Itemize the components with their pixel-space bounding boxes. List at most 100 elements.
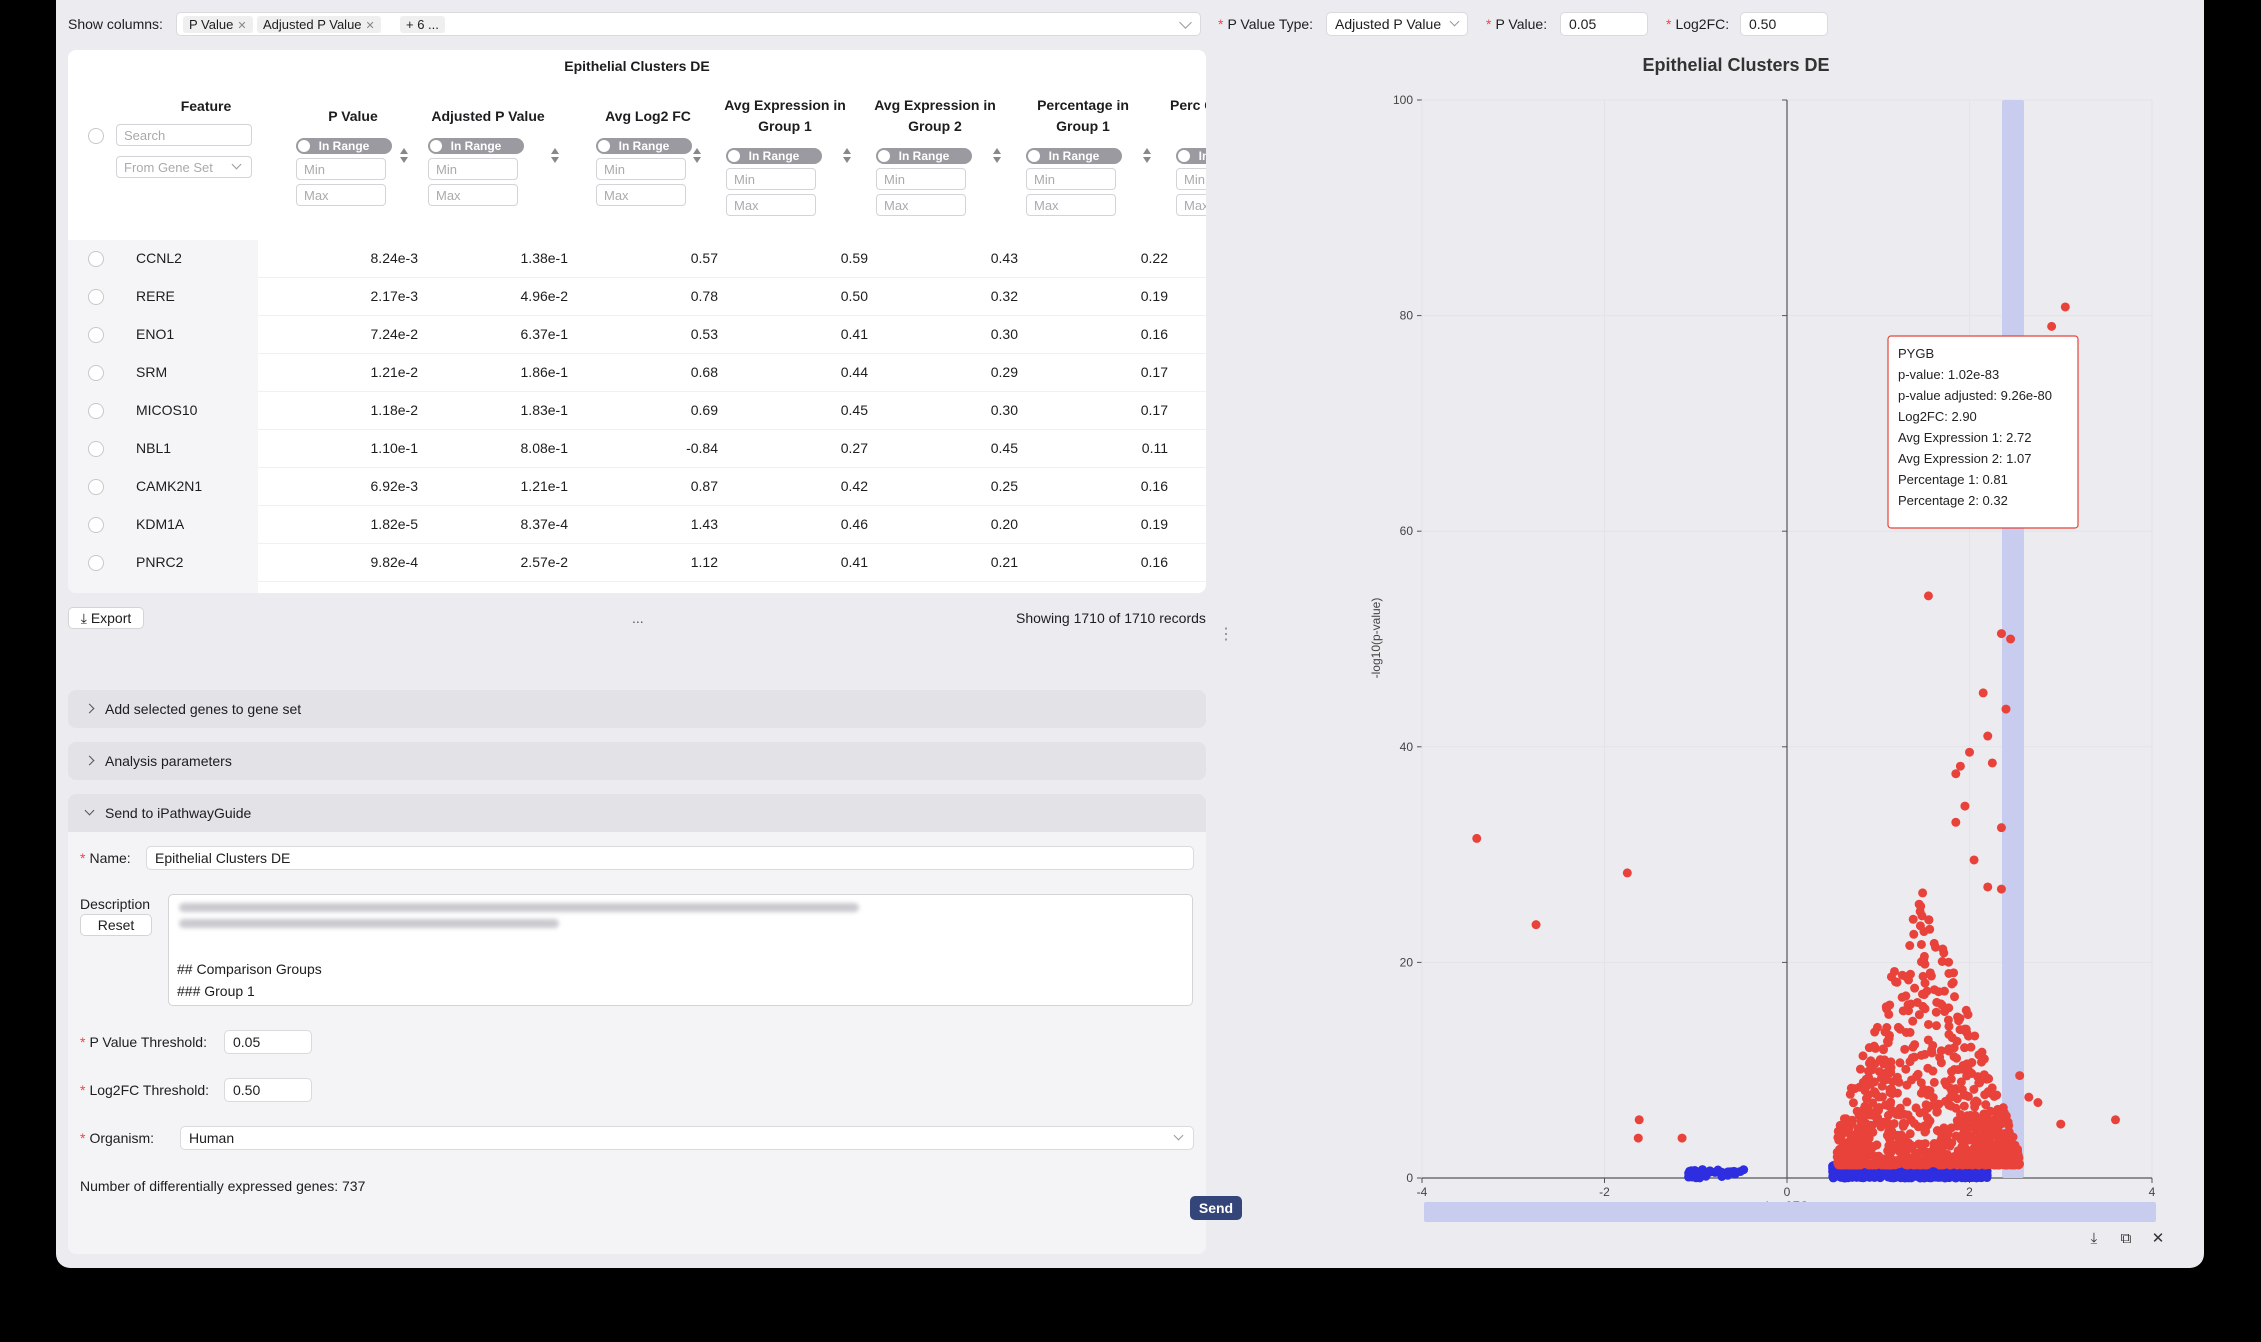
table-row[interactable]: ENO1 7.24e-2 6.37e-1 0.53 0.41 0.30 0.16 xyxy=(68,316,1206,354)
data-point xyxy=(1849,1159,1859,1169)
pvalue-threshold-input[interactable]: 0.05 xyxy=(224,1030,312,1054)
row-checkbox[interactable] xyxy=(88,251,104,267)
pct2-in-range-toggle[interactable]: In Range xyxy=(1176,148,1206,164)
export-button[interactable]: ⤓ Export xyxy=(68,607,144,629)
sort-icon[interactable] xyxy=(399,147,409,165)
row-checkbox[interactable] xyxy=(88,327,104,343)
data-point xyxy=(1928,1149,1938,1159)
show-columns-select[interactable]: P Value ✕ Adjusted P Value ✕ + 6 ... xyxy=(176,12,1201,36)
row-checkbox[interactable] xyxy=(88,289,104,305)
data-point xyxy=(1835,1147,1845,1157)
y-tick-label: 100 xyxy=(1393,93,1413,107)
column-header-avg-expr-2[interactable]: Avg Expression in Group 2 xyxy=(870,95,1000,137)
row-checkbox[interactable] xyxy=(88,479,104,495)
p-value-type-select[interactable]: Adjusted P Value xyxy=(1326,12,1468,36)
p-value-min-input[interactable]: Min xyxy=(296,158,386,180)
pct2-min-input[interactable]: Min xyxy=(1176,168,1206,190)
sort-icon[interactable] xyxy=(1142,147,1152,165)
row-checkbox[interactable] xyxy=(88,365,104,381)
expr2-max-input[interactable]: Max xyxy=(876,194,966,216)
data-point xyxy=(1909,929,1919,939)
log2fc-min-input[interactable]: Min xyxy=(596,158,686,180)
row-checkbox[interactable] xyxy=(88,555,104,571)
log2fc-input[interactable]: 0.50 xyxy=(1740,12,1828,36)
reset-button[interactable]: Reset xyxy=(80,914,152,936)
description-textarea[interactable]: ## Comparison Groups ### Group 1 xyxy=(168,894,1193,1006)
p-value-max-input[interactable]: Max xyxy=(296,184,386,206)
column-header-adjusted-p-value[interactable]: Adjusted P Value xyxy=(418,106,558,127)
value-cell-fc: 1.43 xyxy=(690,516,718,532)
column-header-avg-log2fc[interactable]: Avg Log2 FC xyxy=(588,106,708,127)
remove-tag-icon[interactable]: ✕ xyxy=(237,20,246,32)
expr1-min-input[interactable]: Min xyxy=(726,168,816,190)
close-icon[interactable]: ✕ xyxy=(2147,1228,2169,1250)
organism-select[interactable]: Human xyxy=(180,1126,1194,1150)
data-point xyxy=(1957,1085,1967,1095)
pct1-in-range-toggle[interactable]: In Range xyxy=(1026,148,1122,164)
select-all-checkbox[interactable] xyxy=(88,128,104,144)
sort-icon[interactable] xyxy=(842,147,852,165)
row-checkbox[interactable] xyxy=(88,403,104,419)
expr1-in-range-toggle[interactable]: In Range xyxy=(726,148,822,164)
table-row[interactable]: SRRM1 1.41e-1 9.28e-1 0.51 0.29 0.21 0.11 xyxy=(68,582,1206,593)
volcano-plot[interactable]: Epithelial Clusters DE 0 20 40 60 80 100 -4 -2 0 2… xyxy=(1268,50,2204,1268)
table-row[interactable]: RERE 2.17e-3 4.96e-2 0.78 0.50 0.32 0.19 xyxy=(68,278,1206,316)
expr2-in-range-toggle[interactable]: In Range xyxy=(876,148,972,164)
column-tag-adjusted-p-value[interactable]: Adjusted P Value ✕ xyxy=(257,16,381,33)
p-value-in-range-toggle[interactable]: In Range xyxy=(296,138,392,154)
open-external-icon[interactable]: ⧉ xyxy=(2115,1228,2137,1250)
log2fc-in-range-toggle[interactable]: In Range xyxy=(596,138,692,154)
value-cell-e2: 0.29 xyxy=(990,364,1018,380)
table-row[interactable]: PNRC2 9.82e-4 2.57e-2 1.12 0.41 0.21 0.16 xyxy=(68,544,1206,582)
table-row[interactable]: KDM1A 1.82e-5 8.37e-4 1.43 0.46 0.20 0.19 xyxy=(68,506,1206,544)
resize-handle[interactable]: ... xyxy=(632,610,644,626)
expr2-min-input[interactable]: Min xyxy=(876,168,966,190)
sort-icon[interactable] xyxy=(550,147,560,165)
download-icon[interactable]: ⤓ xyxy=(2083,1228,2105,1250)
log2fc-max-input[interactable]: Max xyxy=(596,184,686,206)
table-row[interactable]: NBL1 1.10e-1 8.08e-1 -0.84 0.27 0.45 0.11 xyxy=(68,430,1206,468)
feature-search-input[interactable]: Search xyxy=(116,124,252,146)
adj-p-in-range-toggle[interactable]: In Range xyxy=(428,138,524,154)
accordion-analysis-params[interactable]: Analysis parameters xyxy=(68,742,1206,780)
column-tag-p-value[interactable]: P Value ✕ xyxy=(183,16,253,33)
data-point xyxy=(1859,1119,1869,1129)
log2fc-threshold-input[interactable]: 0.50 xyxy=(224,1078,312,1102)
sort-icon[interactable] xyxy=(692,147,702,165)
table-row[interactable]: MICOS10 1.18e-2 1.83e-1 0.69 0.45 0.30 0.17 xyxy=(68,392,1206,430)
data-point xyxy=(1916,1078,1926,1088)
accordion-add-genes[interactable]: Add selected genes to gene set xyxy=(68,690,1206,728)
adj-p-min-input[interactable]: Min xyxy=(428,158,518,180)
data-point xyxy=(1967,1122,1977,1132)
pct1-max-input[interactable]: Max xyxy=(1026,194,1116,216)
value-cell-e2: 0.30 xyxy=(990,326,1018,342)
data-point xyxy=(1878,1118,1888,1128)
name-input[interactable]: Epithelial Clusters DE xyxy=(146,846,1194,870)
pct1-min-input[interactable]: Min xyxy=(1026,168,1116,190)
column-header-pct-2[interactable]: Perc G xyxy=(1170,95,1206,116)
table-row[interactable]: CAMK2N1 6.92e-3 1.21e-1 0.87 0.42 0.25 0.16 xyxy=(68,468,1206,506)
table-row[interactable]: SRM 1.21e-2 1.86e-1 0.68 0.44 0.29 0.17 xyxy=(68,354,1206,392)
tooltip-line: Avg Expression 1: 2.72 xyxy=(1898,430,2031,445)
row-checkbox[interactable] xyxy=(88,517,104,533)
send-button[interactable]: Send xyxy=(1190,1196,1242,1220)
column-header-p-value[interactable]: P Value xyxy=(298,106,408,127)
p-value-input[interactable]: 0.05 xyxy=(1560,12,1648,36)
column-header-avg-expr-1[interactable]: Avg Expression in Group 1 xyxy=(720,95,850,137)
splitter-handle[interactable]: ⋮ xyxy=(1218,624,1234,644)
row-checkbox[interactable] xyxy=(88,441,104,457)
table-row[interactable]: CCNL2 8.24e-3 1.38e-1 0.57 0.59 0.43 0.22 xyxy=(68,240,1206,278)
sort-icon[interactable] xyxy=(992,147,1002,165)
adj-p-max-input[interactable]: Max xyxy=(428,184,518,206)
data-point xyxy=(1929,1077,1939,1087)
accordion-send[interactable]: Send to iPathwayGuide xyxy=(68,794,1206,832)
column-header-pct-1[interactable]: Percentage in Group 1 xyxy=(1018,95,1148,137)
gene-set-select[interactable]: From Gene Set xyxy=(116,156,252,178)
data-point xyxy=(1881,1002,1891,1012)
pct2-max-input[interactable]: Max xyxy=(1176,194,1206,216)
data-point xyxy=(1960,1024,1970,1034)
expr1-max-input[interactable]: Max xyxy=(726,194,816,216)
column-tag-more[interactable]: + 6 ... xyxy=(400,16,445,33)
value-cell-adj: 6.37e-1 xyxy=(520,326,568,342)
remove-tag-icon[interactable]: ✕ xyxy=(366,20,375,32)
